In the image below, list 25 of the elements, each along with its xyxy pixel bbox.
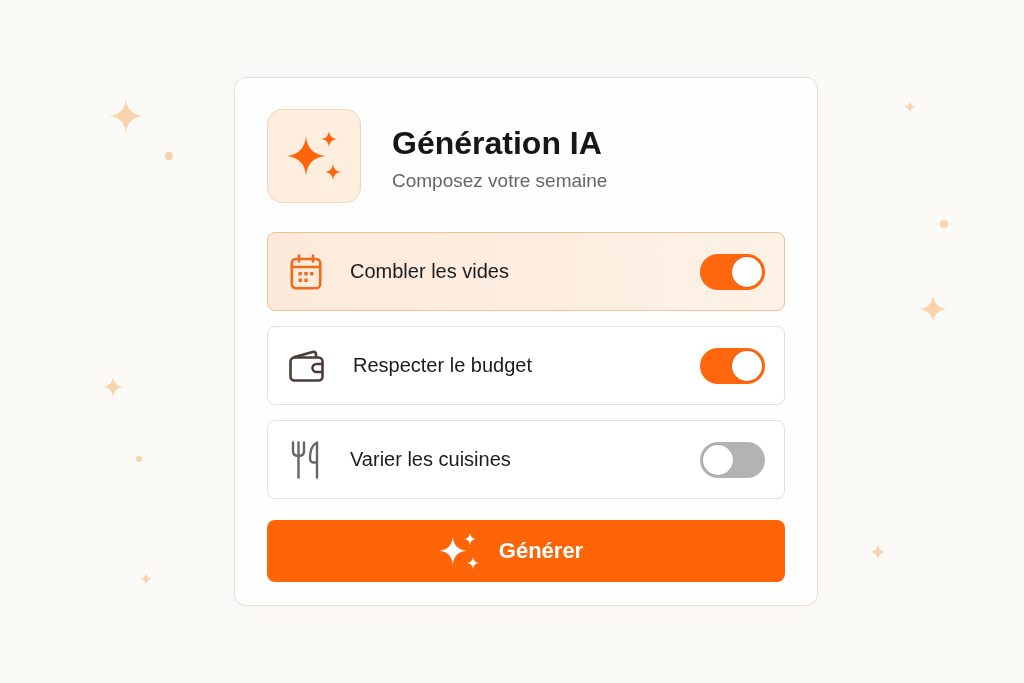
card-title: Génération IA — [392, 125, 603, 162]
sparkle-icon — [919, 295, 947, 323]
toggle-switch[interactable] — [700, 253, 765, 290]
option-label: Combler les vides — [350, 260, 510, 283]
sparkle-icon — [904, 101, 916, 113]
sparkles-icon — [267, 109, 361, 203]
toggle-switch[interactable] — [700, 441, 765, 478]
calendar-icon — [290, 253, 322, 290]
card-subtitle: Composez votre semaine — [392, 170, 608, 193]
option-row[interactable]: Varier les cuisines — [267, 420, 785, 499]
sparkles-icon — [438, 533, 479, 569]
sparkle-icon — [103, 377, 123, 397]
sparkle-icon — [109, 99, 143, 133]
sparkle-icon — [140, 573, 152, 585]
dot-icon — [165, 152, 173, 160]
option-label: Varier les cuisines — [350, 448, 512, 471]
wallet-icon — [289, 349, 325, 382]
dot-icon — [940, 220, 948, 228]
option-row[interactable]: Respecter le budget — [267, 326, 785, 405]
option-row[interactable]: Combler les vides — [267, 232, 785, 311]
fork-and-knife-icon — [291, 440, 320, 479]
option-label: Respecter le budget — [353, 354, 533, 377]
toggle-switch[interactable] — [700, 347, 765, 384]
sparkle-icon — [870, 544, 886, 560]
dot-icon — [136, 456, 142, 462]
